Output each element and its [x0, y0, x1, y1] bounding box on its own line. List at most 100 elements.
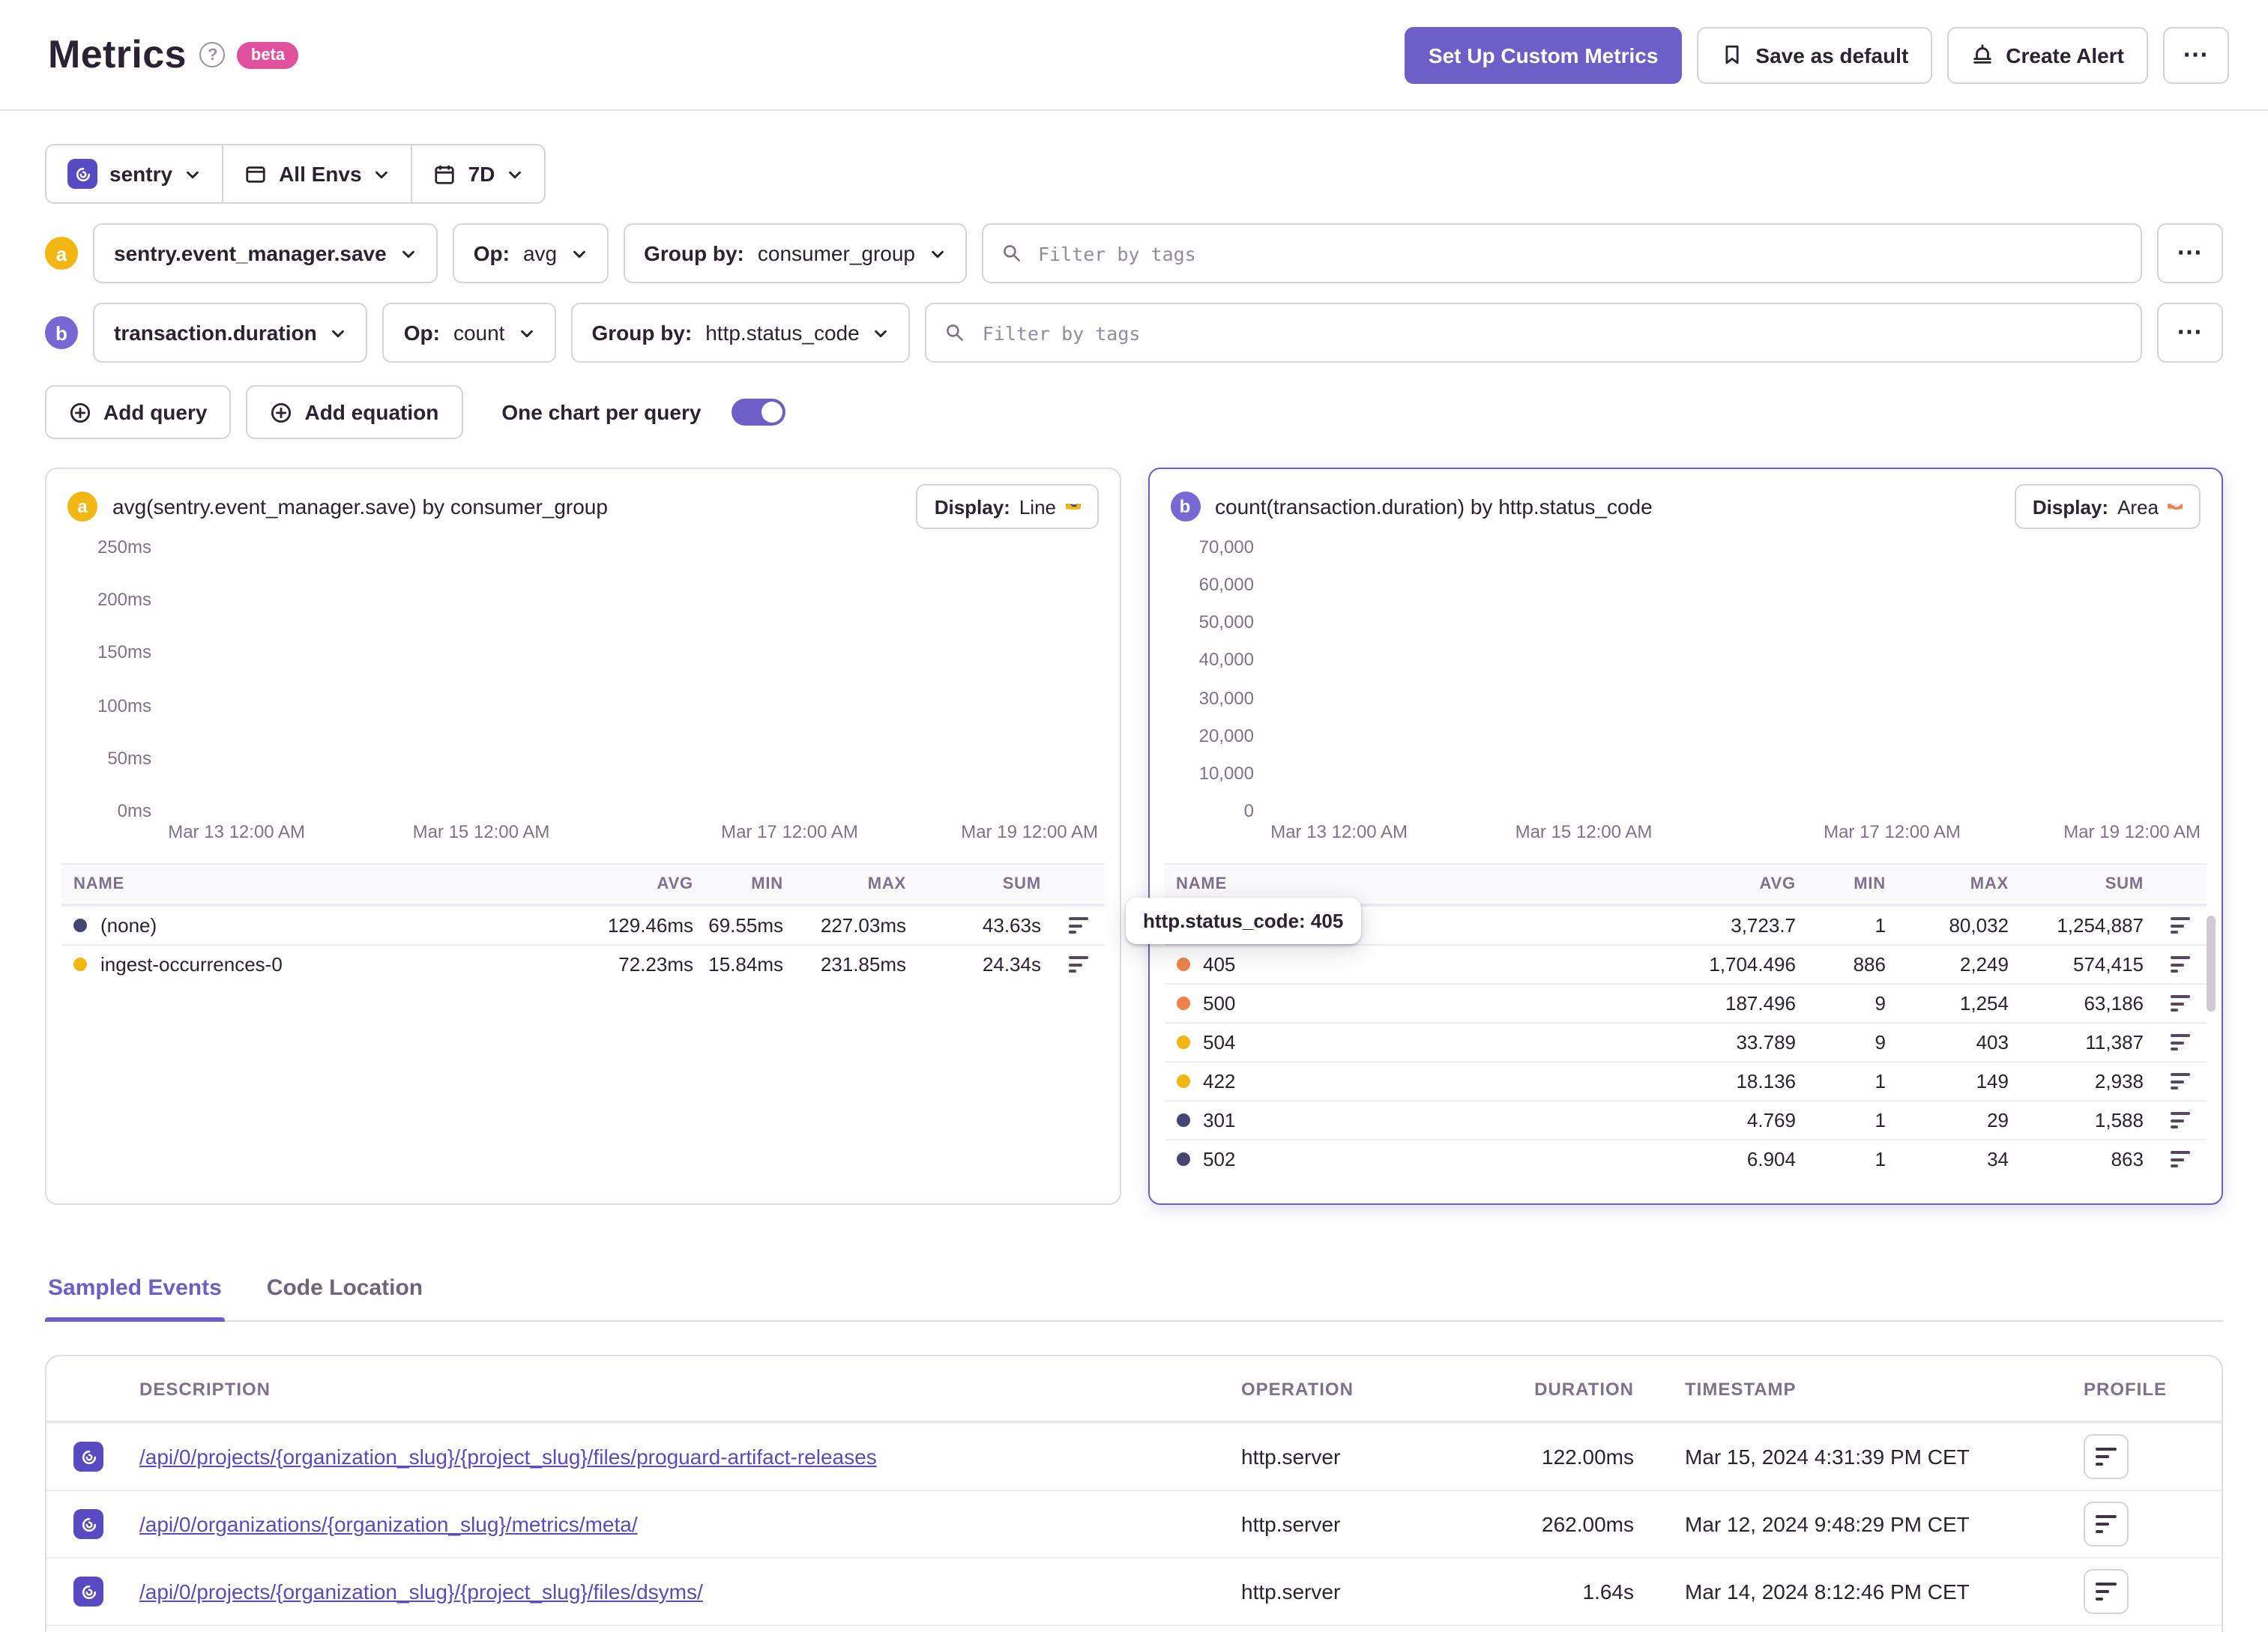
- query-badge-b: b: [45, 316, 78, 349]
- profile-button[interactable]: [2084, 1502, 2129, 1547]
- summary-value: 2,249: [1959, 953, 2009, 976]
- series-color-dot: [1176, 958, 1189, 971]
- summary-row[interactable]: (none) 129.46ms 69.55ms 227.03ms 43.63s: [61, 905, 1104, 944]
- summary-value: 574,415: [2073, 953, 2144, 976]
- query-badge-a: a: [45, 237, 78, 270]
- summary-value: 1,704.496: [1709, 953, 1796, 976]
- focus-series-icon[interactable]: [2166, 991, 2195, 1016]
- add-query-button[interactable]: Add query: [45, 385, 232, 439]
- y-axis-label: 50,000: [1198, 611, 1254, 633]
- chart-panel-a[interactable]: a avg(sentry.event_manager.save) by cons…: [45, 468, 1121, 1205]
- summary-row[interactable]: ingest-occurrences-0 72.23ms 15.84ms 231.85…: [61, 944, 1104, 983]
- event-description-link[interactable]: /api/0/projects/{organization_slug}/{pro…: [139, 1580, 703, 1604]
- focus-series-icon[interactable]: [1064, 952, 1092, 977]
- series-name: 405: [1203, 953, 1236, 976]
- x-axis: Mar 13 12:00 AM Mar 15 12:00 AM Mar 17 12:…: [1266, 821, 2201, 847]
- focus-series-icon[interactable]: [2166, 1146, 2195, 1172]
- summary-column-header: MIN: [1854, 875, 1886, 893]
- event-description-link[interactable]: /api/0/organizations/{organization_slug}…: [139, 1512, 638, 1536]
- focus-series-icon[interactable]: [1064, 913, 1092, 938]
- summary-row[interactable]: 500 187.496 9 1,254 63,186: [1164, 983, 2207, 1022]
- summary-value: 63,186: [2084, 992, 2144, 1015]
- x-axis-label: Mar 17 12:00 AM: [721, 821, 858, 842]
- series-color-dot: [1176, 997, 1189, 1010]
- event-timestamp: Mar 12, 2024 9:48:29 PM CET: [1685, 1512, 1970, 1536]
- chart-badge-a: a: [67, 492, 97, 522]
- summary-value: 18.136: [1736, 1070, 1796, 1092]
- y-axis-label: 70,000: [1198, 537, 1254, 557]
- header-overflow-button[interactable]: ⋯: [2163, 26, 2229, 83]
- summary-row[interactable]: 504 33.789 9 403 11,387: [1164, 1022, 2207, 1061]
- summary-row[interactable]: 301 4.769 1 29 1,588: [1164, 1100, 2207, 1139]
- chevron-down-icon: [1065, 499, 1080, 514]
- query-overflow-a[interactable]: ⋯: [2157, 223, 2223, 283]
- event-operation: http.server: [1241, 1580, 1341, 1604]
- help-icon[interactable]: ?: [199, 42, 226, 67]
- summary-value: 187.496: [1725, 992, 1796, 1015]
- line-chart[interactable]: [163, 547, 1098, 811]
- metric-select-b[interactable]: transaction.duration: [93, 303, 368, 363]
- profile-button[interactable]: [2084, 1569, 2129, 1614]
- summary-row[interactable]: 422 18.136 1 149 2,938: [1164, 1061, 2207, 1100]
- create-alert-button[interactable]: Create Alert: [1947, 26, 2148, 83]
- summary-value: 33.789: [1736, 1031, 1796, 1054]
- focus-series-icon[interactable]: [2166, 952, 2195, 977]
- page-title: Metrics: [48, 31, 187, 76]
- event-operation: http.server: [1241, 1512, 1341, 1536]
- sentry-project-icon: [73, 1577, 103, 1607]
- query-overflow-b[interactable]: ⋯: [2157, 303, 2223, 363]
- time-range-selector[interactable]: 7D: [411, 145, 545, 202]
- detail-tabs: Sampled Events Code Location: [45, 1275, 2223, 1322]
- summary-row[interactable]: 502 6.904 1 34 863: [1164, 1139, 2207, 1178]
- summary-value: 80,032: [1949, 914, 2009, 937]
- summary-column-header: NAME: [1176, 875, 1227, 893]
- summary-row[interactable]: 405 1,704.496 886 2,249 574,415: [1164, 944, 2207, 983]
- groupby-select-a[interactable]: Group by: consumer_group: [623, 223, 966, 283]
- tag-filter-input-b[interactable]: [979, 320, 2123, 345]
- bookmark-icon: [1721, 43, 1743, 66]
- search-icon: [1001, 243, 1022, 264]
- display-select-a[interactable]: Display: Line: [916, 484, 1098, 529]
- metric-select-a[interactable]: sentry.event_manager.save: [93, 223, 438, 283]
- event-duration: 122.00ms: [1542, 1445, 1634, 1469]
- area-chart[interactable]: [1266, 547, 2201, 811]
- focus-series-icon[interactable]: [2166, 1030, 2195, 1055]
- chevron-down-icon: [929, 245, 945, 262]
- tab-sampled-events[interactable]: Sampled Events: [45, 1275, 225, 1322]
- op-select-a[interactable]: Op: avg: [452, 223, 609, 283]
- chevron-down-icon: [518, 324, 534, 341]
- events-row: /api/0/projects/{organization_slug}/{pro…: [46, 1422, 2222, 1490]
- save-as-default-button[interactable]: Save as default: [1697, 26, 1933, 83]
- chart-panel-b[interactable]: b count(transaction.duration) by http.st…: [1125, 468, 2223, 1205]
- setup-custom-metrics-button[interactable]: Set Up Custom Metrics: [1404, 26, 1683, 83]
- tag-filter-input-a[interactable]: [1035, 241, 2123, 266]
- focus-series-icon[interactable]: [2166, 1069, 2195, 1094]
- focus-series-icon[interactable]: [2166, 913, 2195, 938]
- series-color-dot: [1176, 1075, 1189, 1088]
- chevron-down-icon: [331, 324, 347, 341]
- window-icon: [244, 163, 267, 185]
- summary-column-header: AVG: [657, 875, 693, 893]
- groupby-select-b[interactable]: Group by: http.status_code: [570, 303, 911, 363]
- table-scrollbar[interactable]: [2207, 916, 2216, 1012]
- top-bar: Metrics ? beta Set Up Custom Metrics Sav…: [0, 0, 2268, 111]
- focus-series-icon[interactable]: [2166, 1107, 2195, 1133]
- profile-button[interactable]: [2084, 1434, 2129, 1479]
- environment-selector[interactable]: All Envs: [222, 145, 411, 202]
- event-description-link[interactable]: /api/0/projects/{organization_slug}/{pro…: [139, 1445, 877, 1469]
- column-header-timestamp: TIMESTAMP: [1685, 1378, 1797, 1399]
- column-header-operation: OPERATION: [1241, 1378, 1354, 1399]
- x-axis-label: Mar 17 12:00 AM: [1824, 821, 1961, 842]
- display-select-b[interactable]: Display: Area: [2014, 484, 2201, 529]
- one-chart-per-query-toggle[interactable]: [731, 399, 785, 426]
- sentry-project-icon: [73, 1442, 103, 1472]
- project-selector[interactable]: sentry: [46, 145, 222, 202]
- add-equation-button[interactable]: Add equation: [246, 385, 463, 439]
- op-select-b[interactable]: Op: count: [382, 303, 556, 363]
- chevron-down-icon: [400, 245, 417, 262]
- ellipsis-icon: ⋯: [2177, 238, 2204, 267]
- tab-code-location[interactable]: Code Location: [264, 1275, 426, 1320]
- series-color-dot: [1176, 1036, 1189, 1049]
- search-icon: [945, 322, 966, 343]
- summary-column-header: SUM: [2105, 875, 2144, 893]
